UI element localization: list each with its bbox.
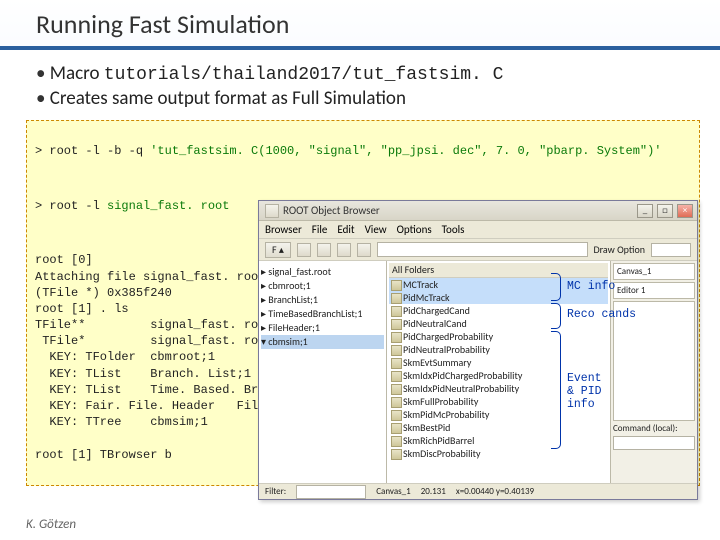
editor-tab[interactable]: Editor 1: [613, 282, 695, 299]
label-mc-info: MC info: [567, 280, 615, 293]
menu-edit[interactable]: Edit: [337, 223, 354, 236]
filter-input[interactable]: [296, 485, 366, 499]
status-mid: 20.131: [421, 486, 446, 497]
menu-view[interactable]: View: [365, 223, 387, 236]
label-event-pid: Event & PID info: [567, 372, 602, 411]
list-item[interactable]: SkmDiscProbability: [389, 447, 608, 460]
command-label: Command (local):: [613, 423, 695, 434]
slide-footer: K. Götzen: [26, 517, 76, 532]
path-field[interactable]: [377, 242, 588, 257]
refresh-icon[interactable]: [357, 243, 371, 257]
status-coords: x=0.00440 y=0.40139: [456, 486, 534, 497]
window-titlebar[interactable]: ROOT Object Browser _ □ ×: [259, 201, 697, 221]
tree-node[interactable]: ▸ signal_fast.root: [261, 265, 384, 279]
filter-label: Filter:: [265, 486, 286, 497]
command-input[interactable]: [613, 436, 695, 450]
tree-node[interactable]: ▸ cbmroot;1: [261, 279, 384, 293]
cmd-line-1: > root -l -b -q 'tut_fastsim. C(1000, "s…: [35, 143, 691, 159]
page-title: Running Fast Simulation: [36, 8, 720, 40]
bullet-list: Macro tutorials/thailand2017/tut_fastsim…: [36, 62, 720, 110]
menu-options[interactable]: Options: [397, 223, 432, 236]
status-bar: Filter: Canvas_1 20.131 x=0.00440 y=0.40…: [259, 483, 697, 499]
list-item[interactable]: PidChargedProbability: [389, 330, 608, 343]
toolbar: F ▴ Draw Option: [259, 239, 697, 261]
menu-bar: Browser File Edit View Options Tools: [259, 221, 697, 239]
bullet-1: Macro tutorials/thailand2017/tut_fastsim…: [36, 62, 720, 85]
brace-mc: [551, 273, 561, 301]
window-title: ROOT Object Browser: [283, 204, 380, 217]
menu-tools[interactable]: Tools: [442, 223, 465, 236]
app-icon: [265, 204, 279, 218]
drawopt-label: Draw Option: [594, 243, 646, 256]
status-canvas: Canvas_1: [376, 486, 411, 497]
list-item[interactable]: PidNeutralProbability: [389, 343, 608, 356]
tree-node[interactable]: ▸ BranchList;1: [261, 293, 384, 307]
browser-label: Browser: [265, 223, 302, 236]
minimize-button[interactable]: _: [637, 204, 653, 218]
back-icon[interactable]: [297, 243, 311, 257]
brace-event: [551, 331, 561, 449]
maximize-button[interactable]: □: [657, 204, 673, 218]
list-item[interactable]: SkmEvtSummary: [389, 356, 608, 369]
list-item[interactable]: SkmRichPidBarrel: [389, 434, 608, 447]
bullet-2: Creates same output format as Full Simul…: [36, 87, 720, 110]
right-panel: Canvas_1 Editor 1 Command (local):: [611, 261, 697, 483]
brace-reco: [551, 303, 561, 329]
close-button[interactable]: ×: [677, 204, 693, 218]
list-item[interactable]: SkmBestPid: [389, 421, 608, 434]
tree-node[interactable]: ▸ TimeBasedBranchList;1: [261, 307, 384, 321]
list-header: All Folders: [389, 263, 608, 278]
canvas-tab[interactable]: Canvas_1: [613, 263, 695, 280]
up-icon[interactable]: [337, 243, 351, 257]
toggle-icon[interactable]: F ▴: [265, 242, 291, 258]
label-reco-cands: Reco cands: [567, 308, 636, 321]
menu-file[interactable]: File: [312, 223, 328, 236]
tree-node-selected[interactable]: ▾ cbmsim;1: [261, 335, 384, 349]
tree-panel[interactable]: ▸ signal_fast.root ▸ cbmroot;1 ▸ BranchL…: [259, 261, 387, 483]
root-browser-window: ROOT Object Browser _ □ × Browser File E…: [258, 200, 698, 500]
tree-node[interactable]: ▸ FileHeader;1: [261, 321, 384, 335]
drawopt-field[interactable]: [651, 243, 691, 257]
fwd-icon[interactable]: [317, 243, 331, 257]
